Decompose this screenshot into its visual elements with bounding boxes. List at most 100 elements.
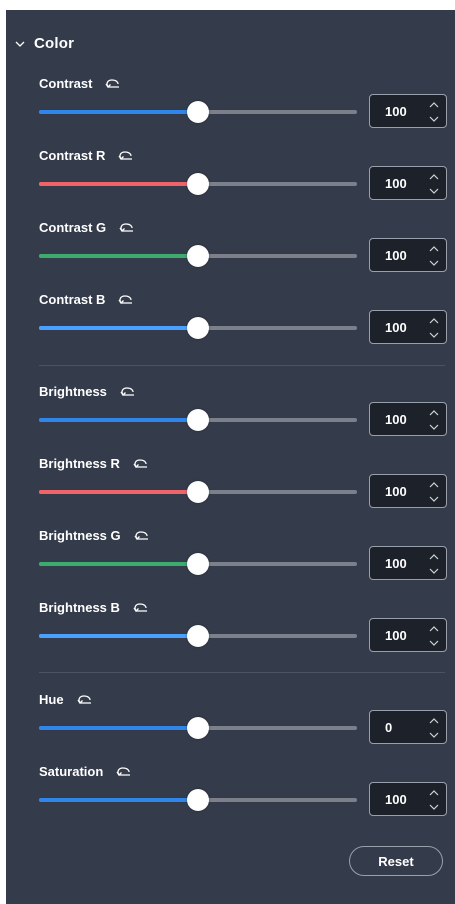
color-section-header[interactable]: Color: [14, 32, 74, 54]
slider-fill: [39, 110, 198, 114]
number-value[interactable]: [385, 792, 425, 807]
control-brightness-b: Brightness B: [39, 598, 449, 658]
control-label: Contrast R: [39, 147, 106, 163]
slider-fill: [39, 562, 198, 566]
slider[interactable]: [39, 716, 357, 740]
increment-icon[interactable]: [428, 407, 440, 420]
control-label: Hue: [39, 691, 64, 707]
decrement-icon[interactable]: [428, 636, 440, 649]
slider[interactable]: [39, 788, 357, 812]
slider-thumb[interactable]: [187, 101, 209, 123]
slider-thumb[interactable]: [187, 717, 209, 739]
color-panel: Color Contrast Contrast R: [6, 10, 455, 904]
undo-icon[interactable]: [132, 456, 150, 470]
slider-thumb[interactable]: [187, 317, 209, 339]
decrement-icon[interactable]: [428, 420, 440, 433]
control-brightness-r: Brightness R: [39, 454, 449, 514]
control-label: Saturation: [39, 763, 104, 779]
control-label: Brightness B: [39, 599, 120, 615]
slider-thumb[interactable]: [187, 245, 209, 267]
number-value[interactable]: [385, 412, 425, 427]
number-value[interactable]: [385, 176, 425, 191]
slider-thumb[interactable]: [187, 789, 209, 811]
undo-icon[interactable]: [133, 528, 151, 542]
increment-icon[interactable]: [428, 315, 440, 328]
number-input[interactable]: [369, 94, 447, 128]
control-label: Contrast: [39, 75, 93, 91]
slider-thumb[interactable]: [187, 625, 209, 647]
slider-thumb[interactable]: [187, 481, 209, 503]
control-saturation: Saturation: [39, 762, 449, 822]
number-input[interactable]: [369, 402, 447, 436]
reset-button[interactable]: Reset: [349, 846, 443, 876]
number-input[interactable]: [369, 710, 447, 744]
undo-icon[interactable]: [117, 292, 135, 306]
number-input[interactable]: [369, 474, 447, 508]
slider[interactable]: [39, 244, 357, 268]
decrement-icon[interactable]: [428, 800, 440, 813]
slider-fill: [39, 634, 198, 638]
decrement-icon[interactable]: [428, 256, 440, 269]
undo-icon[interactable]: [132, 600, 150, 614]
number-value[interactable]: [385, 484, 425, 499]
control-contrast-r: Contrast R: [39, 146, 449, 206]
control-label: Contrast B: [39, 291, 106, 307]
decrement-icon[interactable]: [428, 328, 440, 341]
number-value[interactable]: [385, 104, 425, 119]
number-value[interactable]: [385, 556, 425, 571]
number-value[interactable]: [385, 720, 425, 735]
decrement-icon[interactable]: [428, 492, 440, 505]
slider-fill: [39, 726, 198, 730]
number-input[interactable]: [369, 238, 447, 272]
increment-icon[interactable]: [428, 623, 440, 636]
increment-icon[interactable]: [428, 171, 440, 184]
increment-icon[interactable]: [428, 551, 440, 564]
slider-fill: [39, 418, 198, 422]
slider-thumb[interactable]: [187, 409, 209, 431]
slider[interactable]: [39, 408, 357, 432]
slider-fill: [39, 182, 198, 186]
increment-icon[interactable]: [428, 479, 440, 492]
undo-icon[interactable]: [104, 76, 122, 90]
section-title: Color: [34, 34, 75, 52]
control-brightness: Brightness: [39, 382, 449, 442]
control-contrast-b: Contrast B: [39, 290, 449, 350]
undo-icon[interactable]: [115, 764, 133, 778]
control-contrast-g: Contrast G: [39, 218, 449, 278]
slider-thumb[interactable]: [187, 553, 209, 575]
undo-icon[interactable]: [76, 692, 94, 706]
number-value[interactable]: [385, 320, 425, 335]
number-input[interactable]: [369, 782, 447, 816]
number-value[interactable]: [385, 628, 425, 643]
slider-fill: [39, 254, 198, 258]
slider-thumb[interactable]: [187, 173, 209, 195]
decrement-icon[interactable]: [428, 564, 440, 577]
control-label: Brightness G: [39, 527, 121, 543]
decrement-icon[interactable]: [428, 112, 440, 125]
increment-icon[interactable]: [428, 243, 440, 256]
control-contrast: Contrast: [39, 74, 449, 134]
chevron-down-icon[interactable]: [14, 37, 26, 49]
undo-icon[interactable]: [117, 148, 135, 162]
slider[interactable]: [39, 100, 357, 124]
control-label: Contrast G: [39, 219, 107, 235]
slider[interactable]: [39, 480, 357, 504]
undo-icon[interactable]: [118, 220, 136, 234]
undo-icon[interactable]: [119, 384, 137, 398]
slider-fill: [39, 798, 198, 802]
number-input[interactable]: [369, 166, 447, 200]
slider[interactable]: [39, 552, 357, 576]
number-input[interactable]: [369, 618, 447, 652]
slider[interactable]: [39, 624, 357, 648]
slider[interactable]: [39, 172, 357, 196]
decrement-icon[interactable]: [428, 184, 440, 197]
number-value[interactable]: [385, 248, 425, 263]
number-input[interactable]: [369, 310, 447, 344]
number-input[interactable]: [369, 546, 447, 580]
slider[interactable]: [39, 316, 357, 340]
increment-icon[interactable]: [428, 787, 440, 800]
increment-icon[interactable]: [428, 715, 440, 728]
increment-icon[interactable]: [428, 99, 440, 112]
decrement-icon[interactable]: [428, 728, 440, 741]
control-brightness-g: Brightness G: [39, 526, 449, 586]
